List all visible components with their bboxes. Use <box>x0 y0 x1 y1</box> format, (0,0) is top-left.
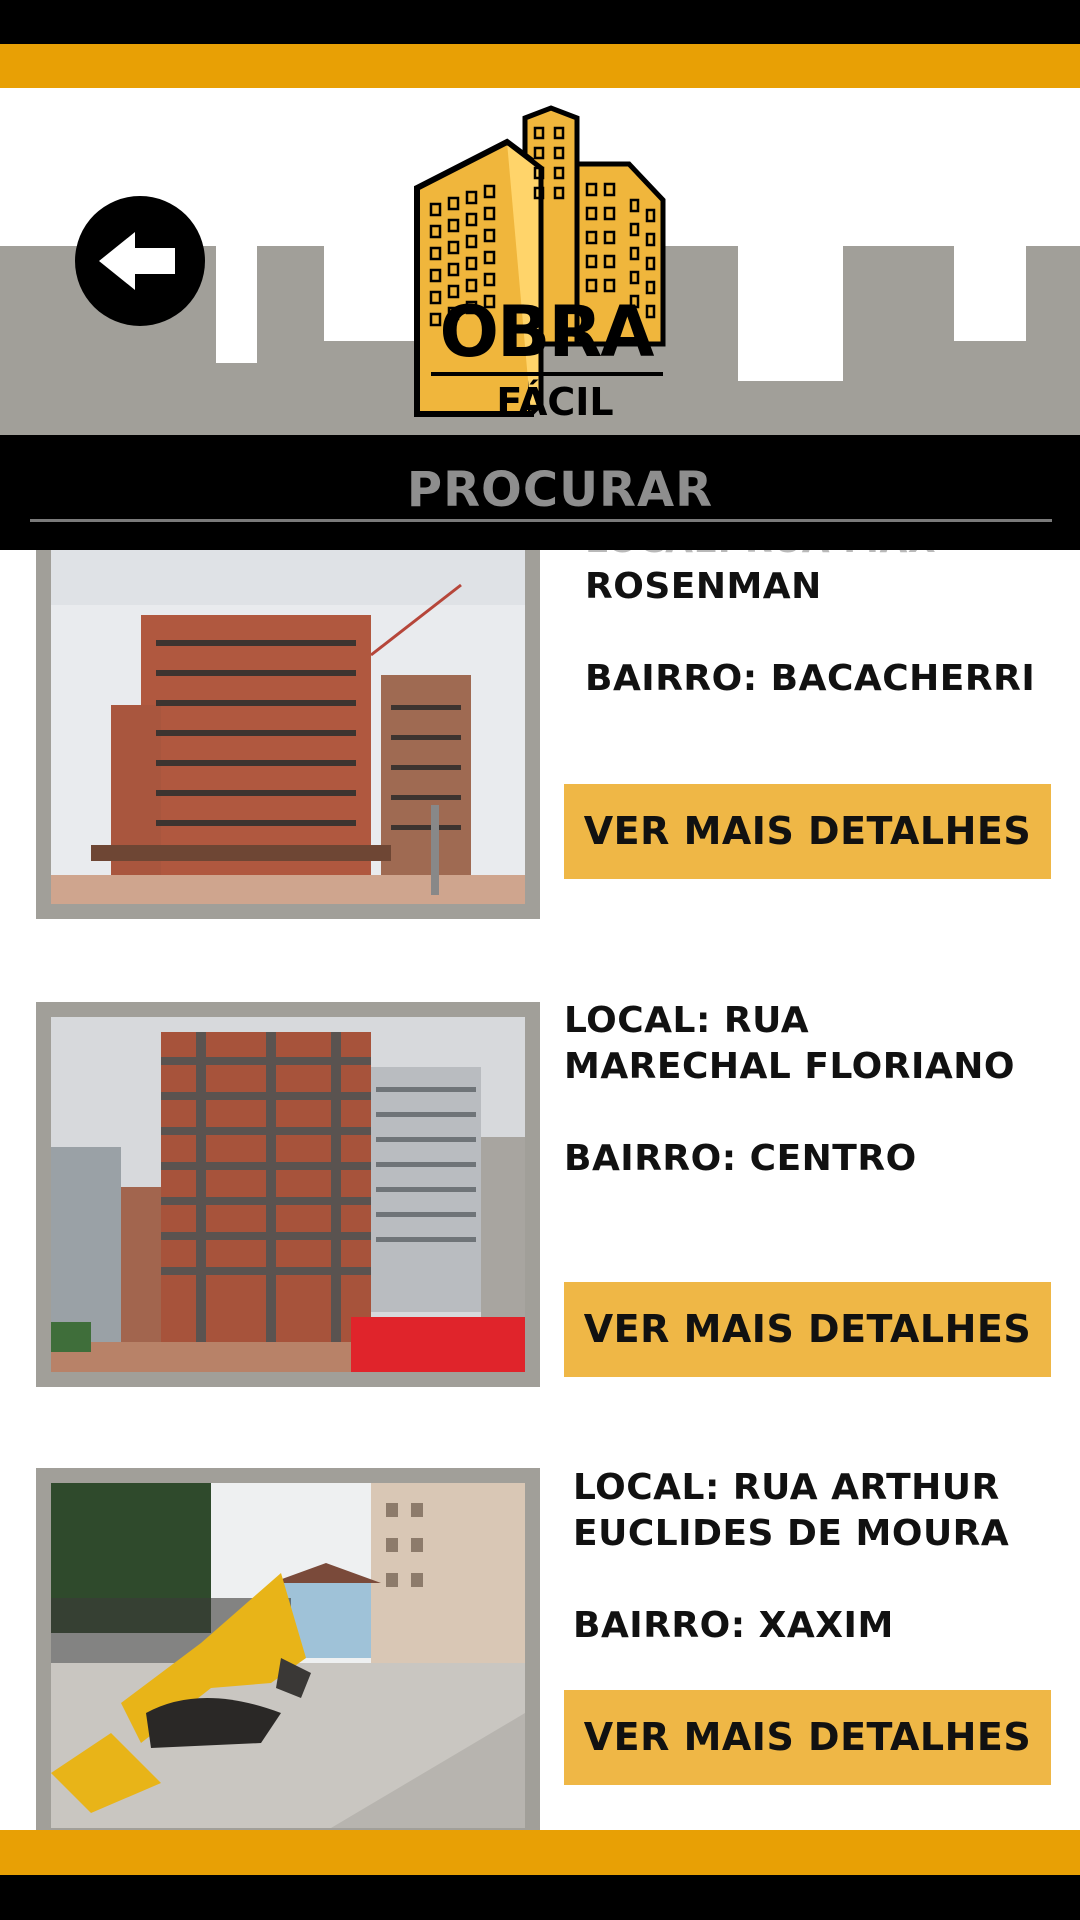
listing-address: LOCAL: RUA MARECHAL FLORIANO BAIRRO: CEN… <box>564 998 1064 1182</box>
top-accent-stripe <box>0 44 1080 88</box>
search-label[interactable]: PROCURAR <box>0 462 1080 518</box>
bottom-accent-stripe <box>0 1830 1080 1875</box>
listing-local-line1: LOCAL: RUA MAX <box>585 550 1055 564</box>
listing-photo[interactable] <box>36 1002 540 1387</box>
status-bar <box>0 0 1080 44</box>
listing-photo[interactable] <box>36 1468 540 1830</box>
listing-card: LOCAL: RUA ARTHUR EUCLIDES DE MOURA BAIR… <box>0 1465 1080 1830</box>
construction-building-image <box>51 550 525 904</box>
app-header: OBRA FÁCIL <box>0 88 1080 436</box>
listing-local-line1: LOCAL: RUA ARTHUR <box>573 1467 1000 1508</box>
listing-bairro: BAIRRO: CENTRO <box>564 1138 917 1179</box>
listing-card: LOCAL: RUA MARECHAL FLORIANO BAIRRO: CEN… <box>0 1000 1080 1402</box>
construction-building-image <box>51 1017 525 1372</box>
logo-subtitle: FÁCIL <box>496 380 614 424</box>
navigation-bar <box>0 1875 1080 1920</box>
listing-local-line2: EUCLIDES DE MOURA <box>573 1513 1010 1554</box>
listing-local-line2: ROSENMAN <box>585 566 822 607</box>
listing-address: LOCAL: RUA ARTHUR EUCLIDES DE MOURA BAIR… <box>573 1465 1073 1649</box>
logo-title: OBRA <box>439 291 655 373</box>
listing-card: LOCAL: RUA MAX ROSENMAN BAIRRO: BACACHER… <box>0 550 1080 930</box>
details-button[interactable]: VER MAIS DETALHES <box>564 1282 1051 1377</box>
app-logo: OBRA FÁCIL <box>405 104 675 434</box>
listing-local-line2: MARECHAL FLORIANO <box>564 1046 1015 1087</box>
search-underline <box>30 519 1052 522</box>
listing-photo[interactable] <box>36 550 540 919</box>
back-button[interactable] <box>75 196 205 326</box>
listing-scroll-area[interactable]: LOCAL: RUA MAX ROSENMAN BAIRRO: BACACHER… <box>0 550 1080 1830</box>
arrow-left-icon <box>75 196 205 326</box>
excavator-site-image <box>51 1483 525 1828</box>
details-button[interactable]: VER MAIS DETALHES <box>564 784 1051 879</box>
listing-bairro: BAIRRO: BACACHERRI <box>585 658 1036 699</box>
details-button[interactable]: VER MAIS DETALHES <box>564 1690 1051 1785</box>
listing-bairro: BAIRRO: XAXIM <box>573 1605 894 1646</box>
listing-local-line1: LOCAL: RUA <box>564 1000 810 1041</box>
listing-address: LOCAL: RUA MAX ROSENMAN BAIRRO: BACACHER… <box>585 550 1055 702</box>
